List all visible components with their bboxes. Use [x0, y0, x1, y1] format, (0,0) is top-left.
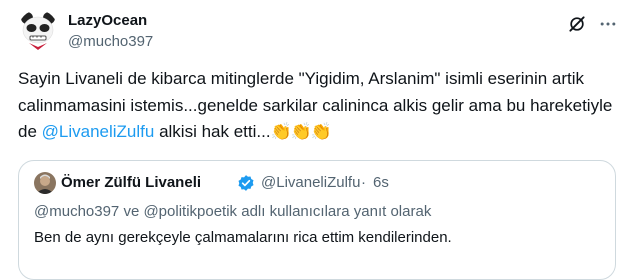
- tweet-text-part2: alkisi hak etti...: [154, 122, 271, 141]
- separator-dot: ·: [361, 174, 366, 191]
- author-display-name[interactable]: LazyOcean: [68, 12, 147, 30]
- clapping-hands-emoji: 👏👏👏: [270, 122, 333, 141]
- tweet: LazyOcean @mucho397 Sayin Livaneli de ki…: [0, 0, 640, 280]
- more-options-icon[interactable]: [598, 14, 618, 34]
- quoted-timestamp[interactable]: 6s: [373, 174, 389, 192]
- quoted-author-avatar[interactable]: [34, 172, 56, 194]
- author-handle[interactable]: @mucho397: [68, 33, 153, 51]
- panda-avatar-icon: [18, 10, 58, 50]
- quoted-tweet-text: Ben de aynı gerekçeyle çalmamalarını ric…: [34, 229, 452, 246]
- grok-icon[interactable]: [567, 14, 587, 34]
- quoted-tweet-card[interactable]: Ömer Zülfü Livaneli @LivaneliZulfu · 6s …: [18, 160, 616, 280]
- author-avatar[interactable]: [18, 10, 58, 50]
- tweet-text: Sayin Livaneli de kibarca mitinglerde "Y…: [18, 66, 623, 146]
- quoted-author-display-name[interactable]: Ömer Zülfü Livaneli: [61, 174, 201, 192]
- verified-badge-icon: [238, 175, 254, 191]
- profile-photo-icon: [34, 172, 56, 194]
- mention-link[interactable]: @LivaneliZulfu: [42, 122, 155, 141]
- reply-context: @mucho397 ve @politikpoetik adlı kullanı…: [34, 203, 432, 220]
- quoted-author-handle[interactable]: @LivaneliZulfu: [261, 174, 360, 192]
